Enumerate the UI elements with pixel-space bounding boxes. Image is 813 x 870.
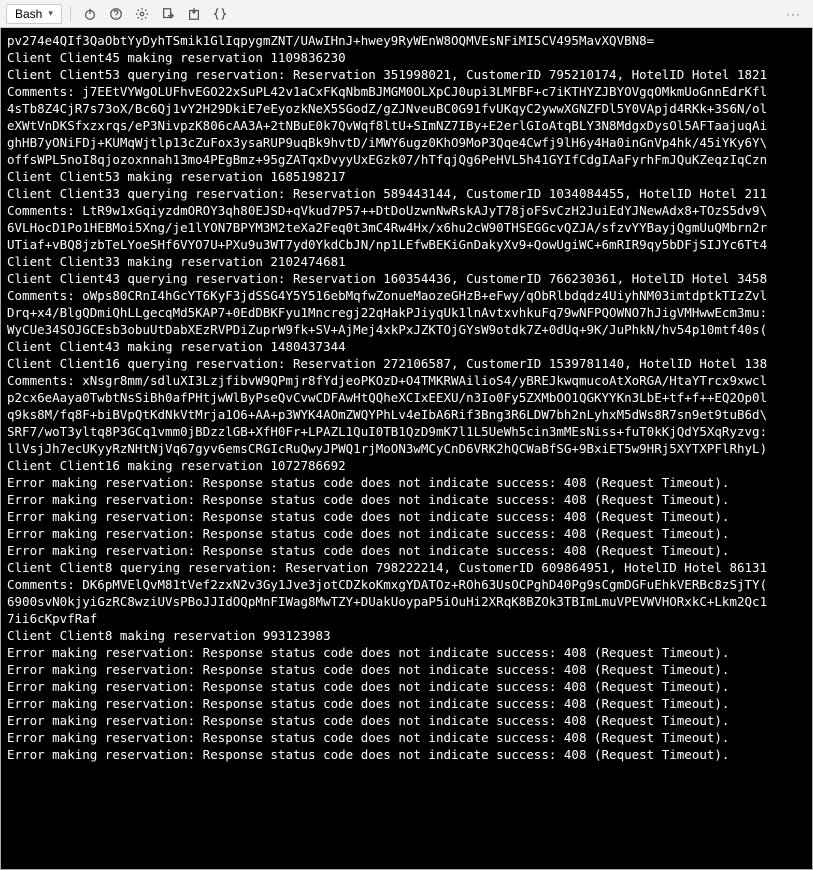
terminal-line: Comments: LtR9w1xGqiyzdmOROY3qh80EJSD+qV…	[7, 202, 806, 219]
terminal-line: Error making reservation: Response statu…	[7, 542, 806, 559]
terminal-line: Error making reservation: Response statu…	[7, 644, 806, 661]
terminal-line: UTiaf+vBQ8jzbTeLYoeSHf6VYO7U+PXu9u3WT7yd…	[7, 236, 806, 253]
terminal-line: Client Client45 making reservation 11098…	[7, 49, 806, 66]
terminal-line: SRF7/woT3yltq8P3GCq1vmm0jBDzzlGB+XfH0Fr+…	[7, 423, 806, 440]
terminal-line: Comments: oWps80CRnI4hGcYT6KyF3jdSSG4Y5Y…	[7, 287, 806, 304]
settings-button[interactable]	[131, 3, 153, 25]
terminal-line: Client Client16 making reservation 10727…	[7, 457, 806, 474]
terminal-line: 6VLHocD1Po1HEBMoi5Xng/je1lYON7BPYM3M2teX…	[7, 219, 806, 236]
terminal-line: Client Client33 making reservation 21024…	[7, 253, 806, 270]
braces-button[interactable]	[209, 3, 231, 25]
terminal-line: eXWtVnDKSfxzxrqs/eP3NivpzK806cAA3A+2tNBu…	[7, 117, 806, 134]
terminal-line: Error making reservation: Response statu…	[7, 678, 806, 695]
shell-selector-label: Bash	[15, 7, 42, 21]
terminal-line: Client Client16 querying reservation: Re…	[7, 355, 806, 372]
terminal-line: Client Client43 querying reservation: Re…	[7, 270, 806, 287]
overflow-menu[interactable]: ···	[780, 7, 807, 21]
terminal-line: Client Client33 querying reservation: Re…	[7, 185, 806, 202]
power-button[interactable]	[79, 3, 101, 25]
braces-icon	[213, 7, 227, 21]
terminal-line: Comments: j7EEtVYWgOLUFhvEGO22xSuPL42v1a…	[7, 83, 806, 100]
terminal-line: Client Client8 making reservation 993123…	[7, 627, 806, 644]
terminal-line: Error making reservation: Response statu…	[7, 695, 806, 712]
terminal-line: Error making reservation: Response statu…	[7, 712, 806, 729]
terminal-line: 4sTb8Z4CjR7s73oX/Bc6Qj1vY2H29DkiE7eEyozk…	[7, 100, 806, 117]
terminal-line: ghHB7yONiFDj+KUMqWjtlp13cZuFox3ysaRUP9uq…	[7, 134, 806, 151]
terminal-line: Comments: xNsgr8mm/sdluXI3LzjfibvW9QPmjr…	[7, 372, 806, 389]
terminal-line: Client Client53 making reservation 16851…	[7, 168, 806, 185]
gear-icon	[135, 7, 149, 21]
terminal-output[interactable]: pv274e4QIf3QaObtYyDyhTSmik1GlIqpygmZNT/U…	[0, 28, 813, 870]
terminal-line: 6900svN0kjyiGzRC8wziUVsPBoJJIdOQpMnFIWag…	[7, 593, 806, 610]
terminal-line: Error making reservation: Response statu…	[7, 661, 806, 678]
terminal-line: Client Client43 making reservation 14804…	[7, 338, 806, 355]
terminal-line: Error making reservation: Response statu…	[7, 525, 806, 542]
terminal-line: Client Client53 querying reservation: Re…	[7, 66, 806, 83]
chevron-down-icon: ▾	[48, 8, 53, 19]
import-button[interactable]	[183, 3, 205, 25]
terminal-line: Client Client8 querying reservation: Res…	[7, 559, 806, 576]
terminal-line: Drq+x4/BlgQDmiQhLLgecqMd5KAP7+0EdDBKFyu1…	[7, 304, 806, 321]
import-icon	[187, 7, 201, 21]
help-button[interactable]	[105, 3, 127, 25]
terminal-line: llVsjJh7ecUKyyRzNHtNjVq67gyv6emsCRGIcRuQ…	[7, 440, 806, 457]
terminal-line: 7ii6cKpvfRaf	[7, 610, 806, 627]
help-icon	[109, 7, 123, 21]
terminal-line: p2cx6eAaya0TwbtNsSiBh0afPHtjwWlByPseQvCv…	[7, 389, 806, 406]
terminal-line: Error making reservation: Response statu…	[7, 491, 806, 508]
export-button[interactable]	[157, 3, 179, 25]
terminal-line: Error making reservation: Response statu…	[7, 474, 806, 491]
power-icon	[83, 7, 97, 21]
terminal-line: WyCUe34SOJGCEsb3obuUtDabXEzRVPDiZuprW9fk…	[7, 321, 806, 338]
terminal-line: Error making reservation: Response statu…	[7, 508, 806, 525]
export-icon	[161, 7, 175, 21]
terminal-line: pv274e4QIf3QaObtYyDyhTSmik1GlIqpygmZNT/U…	[7, 32, 806, 49]
terminal-line: q9ks8M/fq8F+biBVpQtKdNkVtMrja1O6+AA+p3WY…	[7, 406, 806, 423]
shell-selector[interactable]: Bash ▾	[6, 4, 62, 24]
terminal-line: Comments: DK6pMVElQvM81tVef2zxN2v3Gy1Jve…	[7, 576, 806, 593]
toolbar: Bash ▾ ···	[0, 0, 813, 28]
terminal-line: offsWPL5noI8qjozoxnnah13mo4PEgBmz+95gZAT…	[7, 151, 806, 168]
terminal-line: Error making reservation: Response statu…	[7, 746, 806, 763]
terminal-line: Error making reservation: Response statu…	[7, 729, 806, 746]
separator	[70, 6, 71, 22]
